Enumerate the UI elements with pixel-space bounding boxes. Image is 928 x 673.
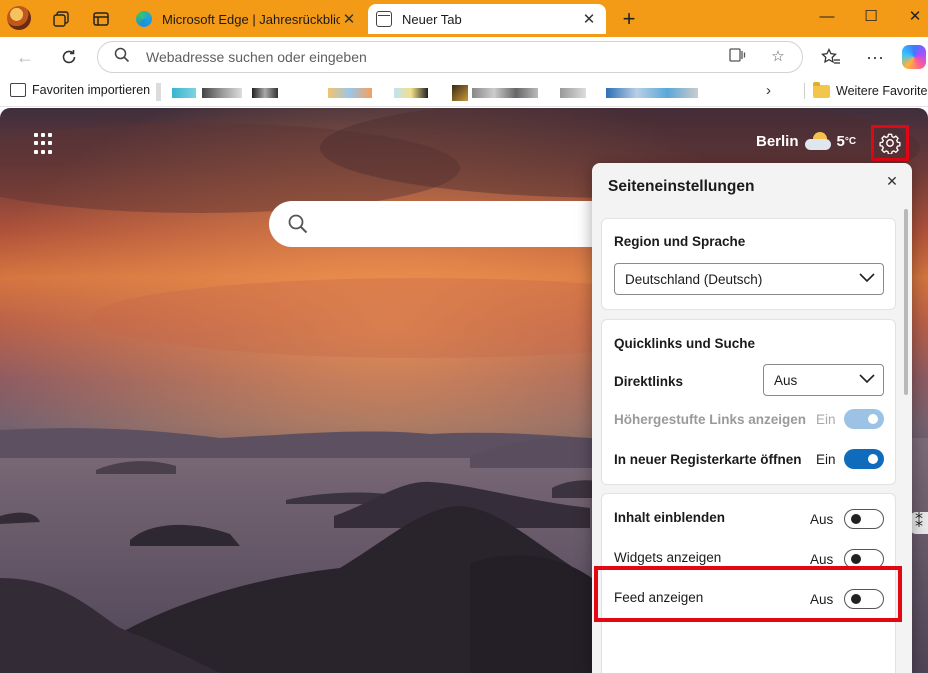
- copilot-icon[interactable]: [902, 45, 926, 69]
- refresh-icon[interactable]: [58, 46, 80, 68]
- weather-unit: °C: [844, 135, 857, 147]
- weather-city: Berlin: [756, 132, 799, 150]
- show-content-state: Aus: [810, 512, 834, 527]
- tab-jahresrueckblick[interactable]: Microsoft Edge | Jahresrückblick ✕: [128, 4, 366, 34]
- import-icon: [10, 83, 26, 97]
- region-language-heading: Region und Sprache: [614, 234, 746, 249]
- more-favorites-chevron-icon[interactable]: ›: [766, 82, 771, 99]
- region-language-card: Region und Sprache Deutschland (Deutsch): [601, 218, 896, 310]
- more-options-icon[interactable]: ···: [864, 46, 886, 68]
- weather-temperature: 5: [836, 132, 845, 150]
- blurred-favorite[interactable]: [472, 88, 538, 98]
- title-bar: Microsoft Edge | Jahresrückblick ✕ Neuer…: [0, 0, 928, 37]
- page-settings-gear-button[interactable]: [871, 125, 909, 161]
- blurred-favorite[interactable]: [606, 88, 698, 98]
- direktlinks-label: Direktlinks: [614, 374, 684, 389]
- maximize-button[interactable]: ☐: [860, 6, 882, 28]
- quicklinks-card: Quicklinks und Suche Direktlinks Aus Höh…: [601, 319, 896, 485]
- panel-scrollbar[interactable]: [904, 209, 908, 395]
- import-favorites-label: Favoriten importieren: [32, 83, 151, 97]
- favorite-star-icon[interactable]: ☆: [768, 47, 788, 67]
- vertical-tabs-icon[interactable]: [90, 8, 112, 30]
- favorites-separator: [804, 83, 805, 99]
- gear-icon: [879, 133, 901, 154]
- edge-icon: [136, 11, 152, 27]
- show-content-toggle[interactable]: [844, 509, 884, 529]
- profile-avatar[interactable]: [7, 6, 31, 30]
- feed-highlight-frame: [594, 566, 902, 622]
- collections-icon[interactable]: [50, 8, 72, 30]
- sparkle-icon[interactable]: ⁑: [910, 512, 928, 534]
- blurred-favorite[interactable]: [560, 88, 586, 98]
- open-new-tab-label: In neuer Registerkarte öffnen: [614, 452, 802, 467]
- close-tab-icon[interactable]: ✕: [580, 10, 598, 28]
- blurred-favorite[interactable]: [328, 88, 372, 98]
- open-new-tab-state: Ein: [816, 452, 836, 467]
- navigation-bar: ← ☆ ···: [0, 37, 928, 77]
- direktlinks-value: Aus: [774, 372, 798, 388]
- favorites-bar: Favoriten importieren › Weitere Favorite…: [0, 77, 928, 107]
- new-tab-plus-icon[interactable]: +: [618, 6, 640, 32]
- immersive-reader-icon[interactable]: [728, 47, 748, 67]
- blurred-favorite[interactable]: [394, 88, 428, 98]
- widgets-state: Aus: [810, 552, 834, 567]
- favorites-separator: [156, 83, 161, 101]
- other-favorites-folder[interactable]: Weitere Favoriten: [804, 81, 928, 99]
- panel-title: Seiteneinstellungen: [608, 178, 755, 195]
- address-bar[interactable]: ☆: [97, 41, 803, 73]
- apps-launcher-icon[interactable]: [34, 133, 56, 155]
- close-tab-icon[interactable]: ✕: [340, 10, 358, 28]
- tab-neuer-tab[interactable]: Neuer Tab ✕: [368, 4, 606, 34]
- blurred-favorite[interactable]: [172, 88, 196, 98]
- address-input[interactable]: [146, 42, 706, 72]
- partly-cloudy-icon: [804, 132, 831, 150]
- tab-label: Microsoft Edge | Jahresrückblick: [162, 11, 340, 27]
- direktlinks-select[interactable]: Aus: [763, 364, 884, 396]
- search-icon: [288, 214, 308, 234]
- region-language-select[interactable]: Deutschland (Deutsch): [614, 263, 884, 295]
- import-favorites-button[interactable]: Favoriten importieren: [10, 83, 150, 97]
- chevron-down-icon: [859, 273, 875, 283]
- quicklinks-heading: Quicklinks und Suche: [614, 336, 756, 351]
- promoted-links-label: Höhergestufte Links anzeigen: [614, 412, 807, 427]
- new-tab-page-icon: [376, 11, 392, 27]
- web-search-box[interactable]: [269, 201, 609, 247]
- weather-widget[interactable]: Berlin 5 °C: [756, 132, 856, 150]
- promoted-links-toggle[interactable]: [844, 409, 884, 429]
- promoted-links-state: Ein: [816, 412, 836, 427]
- close-panel-icon[interactable]: ✕: [883, 173, 901, 190]
- blurred-favorite[interactable]: [452, 85, 468, 101]
- search-icon: [112, 47, 132, 67]
- minimize-button[interactable]: —: [816, 6, 838, 28]
- widgets-label: Widgets anzeigen: [614, 550, 722, 565]
- show-content-label: Inhalt einblenden: [614, 510, 726, 525]
- other-favorites-label: Weitere Favoriten: [836, 84, 928, 98]
- close-window-button[interactable]: ✕: [904, 6, 926, 28]
- region-language-value: Deutschland (Deutsch): [625, 271, 763, 287]
- blurred-favorite[interactable]: [252, 88, 278, 98]
- tab-label: Neuer Tab: [402, 11, 462, 27]
- blurred-favorite[interactable]: [202, 88, 242, 98]
- favorites-list-icon[interactable]: [820, 46, 842, 68]
- back-arrow-icon[interactable]: ←: [14, 46, 36, 68]
- open-new-tab-toggle[interactable]: [844, 449, 884, 469]
- folder-icon: [813, 81, 830, 98]
- chevron-down-icon: [859, 374, 875, 384]
